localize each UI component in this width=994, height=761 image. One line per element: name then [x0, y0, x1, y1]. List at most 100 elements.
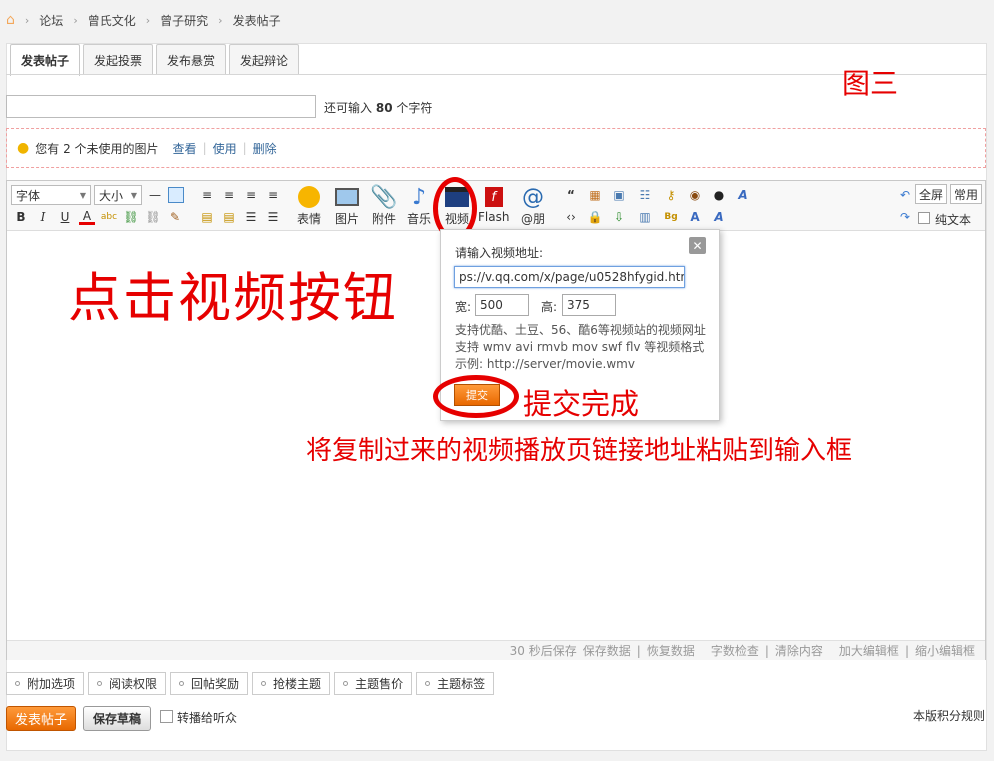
forward-label: 转播给听众 [177, 711, 238, 725]
save-data-link[interactable]: 保存数据 [583, 642, 631, 659]
tab-new-post[interactable]: 发表帖子 [10, 44, 81, 76]
font-select[interactable]: 字体 ▼ [11, 185, 91, 205]
ordered-list-icon[interactable]: ☰ [243, 209, 259, 225]
close-icon[interactable]: ✕ [689, 237, 706, 254]
text-color-icon[interactable]: A [79, 209, 95, 225]
chevron-right-icon: › [145, 13, 151, 27]
lock-icon[interactable]: 🔒 [587, 209, 603, 225]
password-icon[interactable]: ⚷ [663, 187, 679, 203]
delete-images-link[interactable]: 删除 [253, 140, 277, 157]
option-thread-tags[interactable]: 主题标签 [416, 672, 495, 695]
breadcrumb-forum[interactable]: 论坛 [39, 12, 63, 29]
breadcrumb-culture[interactable]: 曾氏文化 [88, 12, 136, 29]
highlight-icon[interactable]: abc [101, 209, 117, 225]
option-extra[interactable]: 附加选项 [6, 672, 85, 695]
option-floor-thread[interactable]: 抢楼主题 [252, 672, 331, 695]
common-button[interactable]: 常用 [950, 184, 983, 204]
chevron-down-icon: ▼ [130, 190, 137, 200]
clear-format-icon[interactable]: ✎ [167, 209, 183, 225]
fullscreen-button[interactable]: 全屏 [915, 184, 948, 204]
hide-icon[interactable]: ▣ [611, 187, 627, 203]
font-size-icon[interactable]: A [687, 209, 703, 225]
link-icon[interactable]: ⛓ [123, 209, 139, 225]
horizontal-rule-icon[interactable]: — [147, 187, 163, 203]
smiley-icon [295, 184, 323, 210]
remaining-chars: 还可输入 80 个字符 [324, 101, 433, 115]
clear-content-link[interactable]: 清除内容 [775, 642, 823, 659]
enlarge-editor-link[interactable]: 加大编辑框 [839, 642, 899, 659]
breadcrumb-research[interactable]: 曾子研究 [160, 12, 208, 29]
music-note-icon: ♪ [411, 184, 427, 210]
underline-icon[interactable]: U [57, 209, 73, 225]
tab-poll[interactable]: 发起投票 [83, 44, 154, 75]
option-thread-price[interactable]: 主题售价 [334, 672, 413, 695]
tab-divider [6, 74, 987, 75]
quote-icon[interactable]: “ [563, 187, 579, 203]
height-input[interactable]: 375 [562, 294, 616, 316]
shrink-editor-link[interactable]: 缩小编辑框 [915, 642, 975, 659]
save-draft-button[interactable]: 保存草稿 [83, 706, 151, 731]
align-left-icon[interactable]: ≡ [199, 187, 215, 203]
annotation-submit-done: 提交完成 [523, 387, 640, 421]
subscript-icon[interactable]: A [735, 187, 751, 203]
tab-debate[interactable]: 发起辩论 [229, 44, 300, 75]
forward-checkbox[interactable] [160, 710, 173, 723]
unlink-icon[interactable]: ⛓ [145, 209, 161, 225]
tab-reward[interactable]: 发布悬赏 [156, 44, 227, 75]
breadcrumb: ⌂ › 论坛 › 曾氏文化 › 曾子研究 › 发表帖子 [6, 10, 281, 30]
mention-button[interactable]: @ @朋 [519, 184, 547, 227]
post-type-tabs: 发表帖子 发起投票 发布悬赏 发起辩论 [10, 44, 300, 76]
float-left-icon[interactable]: ▤ [199, 209, 215, 225]
bold-icon[interactable]: B [13, 209, 29, 225]
plaintext-checkbox[interactable] [918, 212, 930, 224]
image-button[interactable]: 图片 [333, 184, 361, 227]
home-icon[interactable]: ⌂ [6, 12, 15, 28]
table-icon[interactable] [168, 187, 184, 203]
title-input[interactable] [6, 95, 316, 118]
extra-options: 附加选项 阅读权限 回帖奖励 抢楼主题 主题售价 主题标签 [6, 672, 495, 695]
width-input[interactable]: 500 [475, 294, 529, 316]
undo-icon[interactable]: ↶ [897, 187, 913, 203]
download-icon[interactable]: ⇩ [611, 209, 627, 225]
submit-post-button[interactable]: 发表帖子 [6, 706, 76, 731]
lightbulb-icon: ● [17, 140, 30, 156]
music-button[interactable]: ♪ 音乐 [405, 184, 433, 227]
chevron-right-icon: › [73, 13, 78, 27]
size-select[interactable]: 大小 ▼ [94, 185, 142, 205]
align-justify-icon[interactable]: ≡ [265, 187, 281, 203]
animation-icon[interactable]: ◉ [687, 187, 703, 203]
page-icon[interactable]: ▥ [637, 209, 653, 225]
annotation-circle-submit [433, 375, 519, 418]
plaintext-label: 纯文本 [935, 213, 972, 227]
view-images-link[interactable]: 查看 [173, 140, 197, 157]
qq-icon[interactable]: ● [711, 187, 727, 203]
float-right-icon[interactable]: ▤ [221, 209, 237, 225]
redo-icon[interactable]: ↷ [897, 209, 913, 225]
index-icon[interactable]: ☷ [637, 187, 653, 203]
superscript-icon[interactable]: A [711, 209, 727, 225]
option-read-permission[interactable]: 阅读权限 [88, 672, 167, 695]
image-icon [333, 184, 361, 210]
flash-button[interactable]: f Flash [478, 184, 509, 224]
at-sign-icon: @ [522, 184, 544, 210]
attachment-button[interactable]: 📎 附件 [370, 184, 398, 227]
video-url-label: 请输入视频地址: [455, 246, 544, 260]
italic-icon[interactable]: I [35, 209, 51, 225]
annotation-figure-label: 图三 [842, 67, 899, 100]
align-center-icon[interactable]: ≡ [221, 187, 237, 203]
attachment-notice: ● 您有 2 个未使用的图片 查看 | 使用 | 删除 [6, 128, 986, 168]
unordered-list-icon[interactable]: ☰ [265, 209, 281, 225]
video-url-input[interactable]: ps://v.qq.com/x/page/u0528hfygid.html [454, 266, 685, 288]
code-icon[interactable]: ‹› [563, 209, 579, 225]
bg-icon[interactable]: Bg [663, 209, 679, 225]
use-images-link[interactable]: 使用 [213, 140, 237, 157]
align-right-icon[interactable]: ≡ [243, 187, 259, 203]
word-count-link[interactable]: 字数检查 [711, 642, 759, 659]
chevron-right-icon: › [218, 13, 223, 27]
emoji-button[interactable]: 表情 [295, 184, 323, 227]
option-reply-reward[interactable]: 回帖奖励 [170, 672, 249, 695]
restore-data-link[interactable]: 恢复数据 [647, 642, 695, 659]
free-icon[interactable]: ▦ [587, 187, 603, 203]
video-support-note: 支持优酷、土豆、56、酷6等视频站的视频网址 支持 wmv avi rmvb m… [455, 323, 706, 371]
credit-rules-link[interactable]: 本版积分规则 [913, 707, 985, 724]
